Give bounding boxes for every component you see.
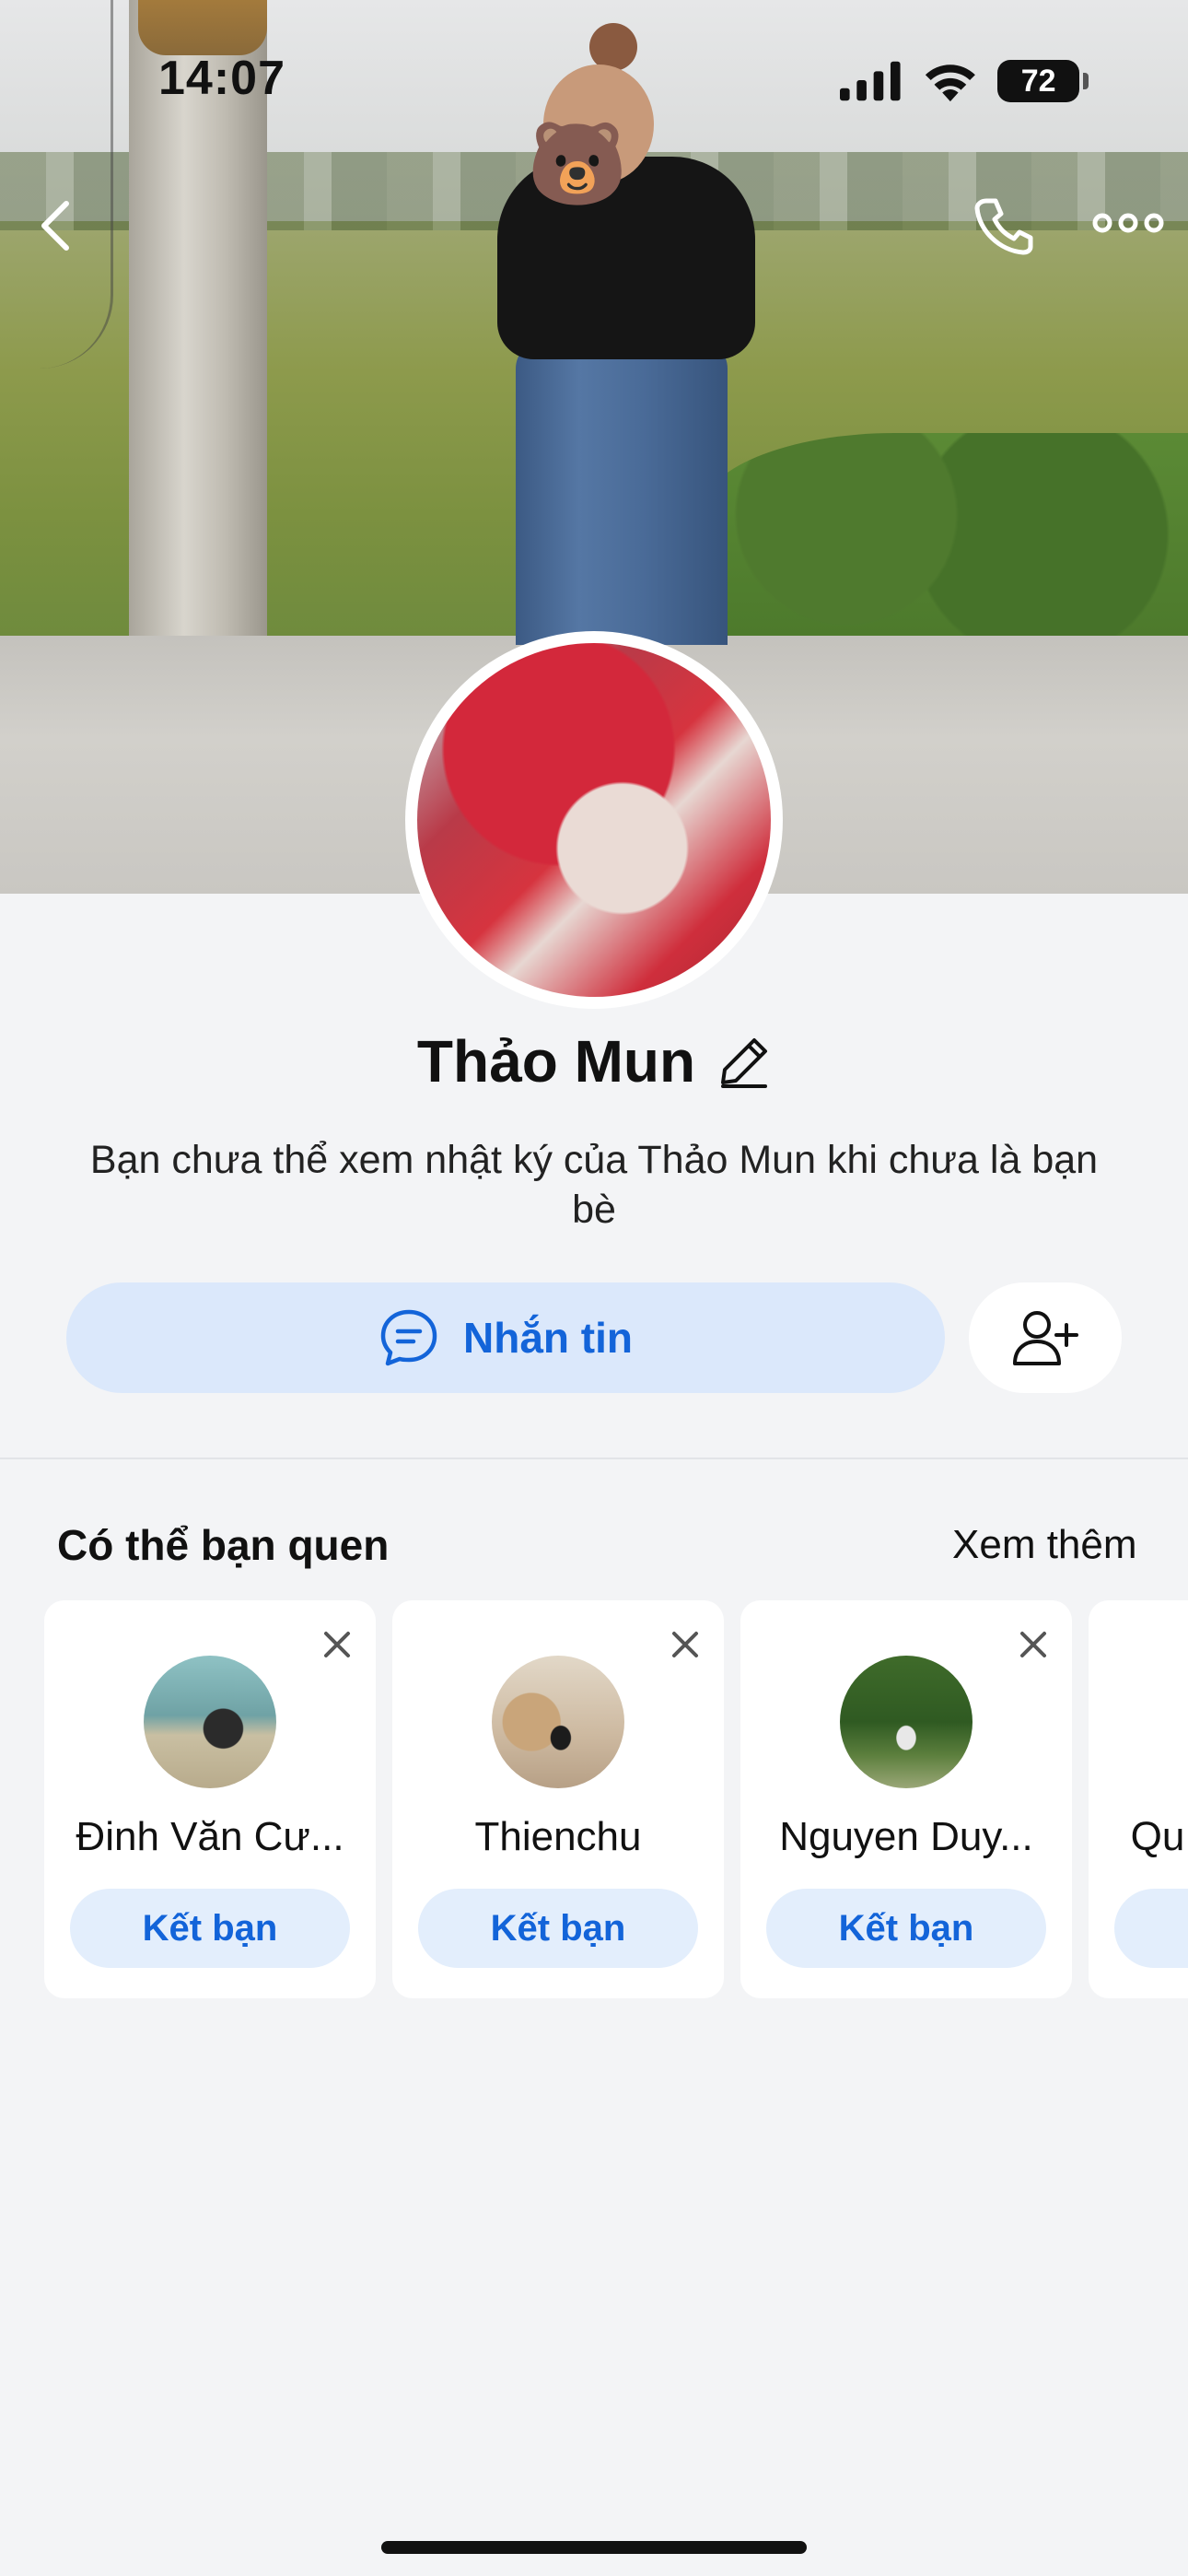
phone-icon[interactable] (972, 193, 1036, 258)
message-button-label: Nhắn tin (463, 1314, 633, 1362)
add-friend-suggestion-button[interactable] (1114, 1889, 1188, 1968)
status-icons: 72 (840, 55, 1089, 107)
suggestion-name: Đinh Văn Cư... (76, 1814, 344, 1859)
more-icon[interactable] (1091, 205, 1165, 241)
profile-name: Thảo Mun (416, 1028, 696, 1095)
profile-avatar[interactable] (417, 643, 771, 997)
suggestion-card[interactable]: Nguyen Duy... Kết bạn (740, 1600, 1072, 1998)
status-time: 14:07 (158, 52, 285, 105)
suggestion-card[interactable]: Đinh Văn Cư... Kết bạn (44, 1600, 376, 1998)
back-icon[interactable] (28, 189, 83, 263)
suggestion-card[interactable]: Qu (1089, 1600, 1188, 1998)
cover-wires (0, 0, 113, 369)
suggestion-avatar[interactable] (144, 1656, 276, 1788)
add-friend-suggestion-button[interactable]: Kết bạn (766, 1889, 1046, 1968)
close-icon[interactable] (1015, 1626, 1052, 1663)
add-friend-icon (1013, 1311, 1078, 1365)
battery-icon: 72 (997, 60, 1089, 102)
message-icon (380, 1309, 437, 1366)
suggestion-name: Thienchu (474, 1814, 642, 1859)
cover-person-jeans (516, 341, 728, 645)
bear-emoji-sticker: 🐻 (527, 118, 628, 209)
add-friend-button[interactable] (969, 1282, 1122, 1393)
suggestions-carousel[interactable]: Đinh Văn Cư... Kết bạn Thienchu Kết bạn … (44, 1600, 1188, 2001)
name-row: Thảo Mun (0, 1027, 1188, 1095)
suggestions-title: Có thể bạn quen (57, 1521, 390, 1569)
diary-notice: Bạn chưa thể xem nhật ký của Thảo Mun kh… (89, 1138, 1099, 1232)
close-icon[interactable] (319, 1626, 355, 1663)
home-indicator (381, 2541, 807, 2554)
wifi-icon (925, 64, 975, 102)
add-friend-suggestion-button[interactable]: Kết bạn (70, 1889, 350, 1968)
suggestion-avatar[interactable] (492, 1656, 624, 1788)
cover-bushes (700, 433, 1188, 636)
signal-icon (840, 61, 901, 101)
section-divider (0, 1458, 1188, 1459)
cover-pole-top (138, 0, 267, 55)
add-friend-suggestion-button[interactable]: Kết bạn (418, 1889, 698, 1968)
suggestion-avatar[interactable] (840, 1656, 973, 1788)
edit-icon[interactable] (717, 1035, 771, 1088)
suggestion-name: Qu (1130, 1814, 1185, 1859)
suggestion-card[interactable]: Thienchu Kết bạn (392, 1600, 724, 1998)
message-button[interactable]: Nhắn tin (66, 1282, 945, 1393)
see-more-link[interactable]: Xem thêm (952, 1522, 1137, 1568)
close-icon[interactable] (667, 1626, 704, 1663)
